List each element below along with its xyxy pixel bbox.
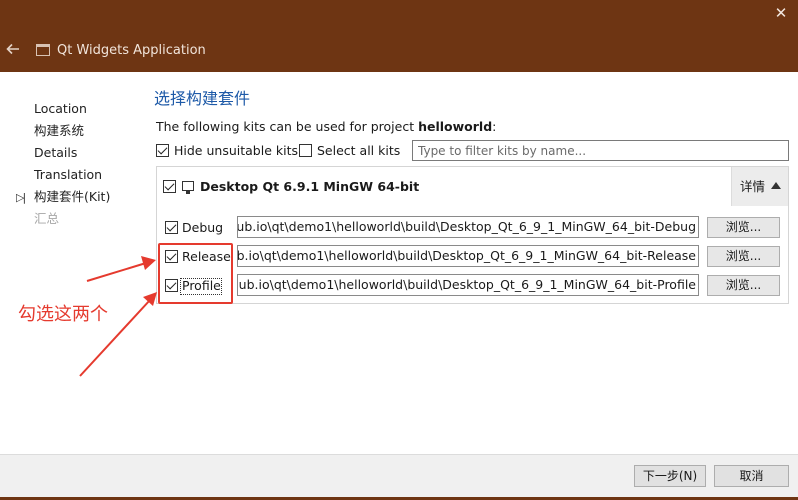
annotation-arrow-upper xyxy=(86,262,147,282)
annotation-text: 勾选这两个 xyxy=(18,304,108,325)
annotation-arrows xyxy=(79,256,157,377)
cancel-button[interactable]: 取消 xyxy=(714,465,789,487)
annotation-arrowhead-upper xyxy=(141,256,156,270)
next-button[interactable]: 下一步(N) xyxy=(634,465,706,487)
